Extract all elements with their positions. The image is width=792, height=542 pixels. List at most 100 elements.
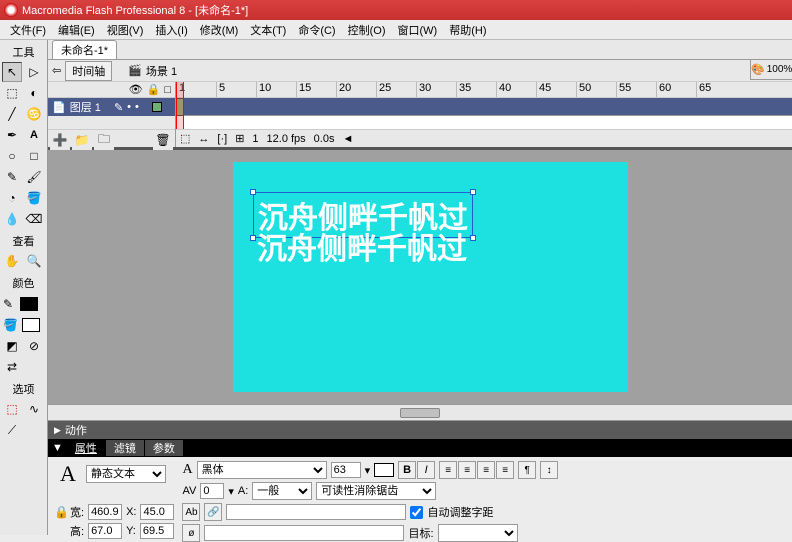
- zoom-tool-icon[interactable]: 🔍: [24, 251, 44, 271]
- bold-button[interactable]: B: [398, 461, 416, 479]
- antialias-select[interactable]: 可读性消除锯齿: [316, 482, 436, 500]
- menu-modify[interactable]: 修改(M): [194, 22, 245, 38]
- menu-edit[interactable]: 编辑(E): [52, 22, 101, 38]
- horizontal-scrollbar[interactable]: [48, 404, 792, 420]
- text-handle-bl[interactable]: [250, 235, 256, 241]
- menu-command[interactable]: 命令(C): [292, 22, 341, 38]
- font-size-input[interactable]: [331, 462, 361, 478]
- align-justify-button[interactable]: ≡: [496, 461, 514, 479]
- target-select[interactable]: [438, 524, 518, 542]
- font-color-swatch[interactable]: [374, 463, 394, 477]
- menu-help[interactable]: 帮助(H): [443, 22, 492, 38]
- y-input[interactable]: [140, 523, 174, 539]
- layer-color-swatch[interactable]: [152, 102, 162, 112]
- text-tool-icon[interactable]: A: [24, 125, 44, 145]
- lasso-tool-icon[interactable]: ♋: [24, 104, 44, 124]
- smooth-option-icon[interactable]: ∿: [24, 399, 44, 419]
- show-hide-layers-icon[interactable]: 👁: [129, 83, 143, 96]
- eraser-tool-icon[interactable]: ⌫: [24, 209, 44, 229]
- tab-filters[interactable]: 滤镜: [106, 440, 144, 456]
- lock-layers-icon[interactable]: 🔒: [147, 83, 161, 96]
- menu-control[interactable]: 控制(O): [342, 22, 392, 38]
- zoom-value[interactable]: 100%: [765, 64, 792, 75]
- stage[interactable]: 沉舟侧畔千帆过 沉舟侧畔千帆过: [233, 162, 628, 392]
- align-left-button[interactable]: ≡: [439, 461, 457, 479]
- kerning-select[interactable]: 一般: [252, 482, 312, 500]
- text-handle-tr[interactable]: [470, 189, 476, 195]
- free-transform-tool-icon[interactable]: ⬚: [2, 83, 22, 103]
- paragraph-button[interactable]: ¶: [518, 461, 536, 479]
- timeline-button[interactable]: 时间轴: [65, 61, 112, 81]
- selection-tool-icon[interactable]: ↖: [2, 62, 22, 82]
- new-folder-icon[interactable]: 🗀: [94, 130, 114, 150]
- scene-name[interactable]: 场景 1: [146, 63, 177, 79]
- collapse-arrow-icon[interactable]: ▼: [48, 442, 67, 454]
- center-frame-icon[interactable]: ↔: [198, 133, 209, 145]
- delete-layer-icon[interactable]: 🗑: [153, 130, 173, 150]
- auto-kern-checkbox[interactable]: [410, 506, 423, 519]
- frame-ruler[interactable]: 1 5 10 15 20 25 30 35 40 45 50 55 60 65: [176, 82, 792, 98]
- document-tab[interactable]: 未命名-1*: [52, 40, 117, 59]
- outline-layers-icon[interactable]: □: [164, 84, 171, 96]
- stage-area[interactable]: 沉舟侧畔千帆过 沉舟侧畔千帆过: [48, 150, 792, 420]
- stroke-color-icon[interactable]: ✎: [2, 294, 45, 314]
- italic-button[interactable]: I: [417, 461, 435, 479]
- av-stepper-icon[interactable]: ▾: [228, 485, 234, 498]
- tab-properties[interactable]: 属性: [67, 440, 105, 456]
- new-guide-layer-icon[interactable]: 📁: [72, 130, 92, 150]
- menu-window[interactable]: 窗口(W): [392, 22, 444, 38]
- edit-multiple-frames-icon[interactable]: ⊞: [235, 132, 244, 145]
- hand-tool-icon[interactable]: ✋: [2, 251, 22, 271]
- eyedropper-tool-icon[interactable]: 💧: [2, 209, 22, 229]
- link-button[interactable]: 🔗: [204, 503, 222, 521]
- no-color-icon[interactable]: ⊘: [24, 336, 44, 356]
- collapse-arrow-icon[interactable]: ▶: [54, 425, 61, 436]
- onion-skin-outlines-icon[interactable]: [·]: [217, 133, 227, 145]
- menu-file[interactable]: 文件(F): [4, 22, 52, 38]
- paint-bucket-tool-icon[interactable]: 🪣: [24, 188, 44, 208]
- line-tool-icon[interactable]: ╱: [2, 104, 22, 124]
- scene-icon[interactable]: 🎬: [128, 64, 142, 77]
- layer-visible-dot[interactable]: •: [127, 101, 131, 113]
- align-right-button[interactable]: ≡: [477, 461, 495, 479]
- text-handle-br[interactable]: [470, 235, 476, 241]
- timeline-collapse-icon[interactable]: ⇦: [52, 64, 61, 77]
- text-type-select[interactable]: 静态文本: [86, 465, 166, 483]
- ink-bottle-tool-icon[interactable]: ◔: [2, 188, 22, 208]
- onion-skin-icon[interactable]: ⬚: [180, 132, 190, 145]
- x-input[interactable]: [140, 504, 174, 520]
- stage-text-line2[interactable]: 沉舟侧畔千帆过: [257, 224, 467, 268]
- menu-text[interactable]: 文本(T): [244, 22, 292, 38]
- fill-color-icon[interactable]: 🪣: [2, 315, 45, 335]
- orientation-button[interactable]: ↕: [540, 461, 558, 479]
- text-handle-tl[interactable]: [250, 189, 256, 195]
- width-input[interactable]: [88, 504, 122, 520]
- snap-option-icon[interactable]: ⬚: [2, 399, 22, 419]
- var-input[interactable]: [204, 525, 404, 541]
- pencil-tool-icon[interactable]: ✎: [2, 167, 22, 187]
- var-button[interactable]: ø: [182, 524, 200, 542]
- oval-tool-icon[interactable]: ○: [2, 146, 22, 166]
- letter-spacing-input[interactable]: [200, 483, 224, 499]
- gradient-tool-icon[interactable]: ◐: [24, 83, 44, 103]
- new-layer-icon[interactable]: ➕: [50, 130, 70, 150]
- rectangle-tool-icon[interactable]: □: [24, 146, 44, 166]
- zoom-icon[interactable]: 🎨: [751, 63, 765, 76]
- menu-view[interactable]: 视图(V): [101, 22, 150, 38]
- brush-tool-icon[interactable]: 🖌: [24, 167, 44, 187]
- align-center-button[interactable]: ≡: [458, 461, 476, 479]
- frame-track[interactable]: [176, 98, 792, 116]
- font-family-select[interactable]: 黑体: [197, 461, 327, 479]
- layer-row[interactable]: 📄 图层 1 ✎ • •: [48, 98, 175, 116]
- actions-panel-header[interactable]: ▶ 动作: [48, 421, 792, 439]
- menu-insert[interactable]: 插入(I): [149, 22, 193, 38]
- tab-parameters[interactable]: 参数: [145, 440, 183, 456]
- timeline-scrollbar-left-icon[interactable]: ◄: [342, 133, 353, 145]
- swap-colors-icon[interactable]: ⇄: [2, 357, 22, 377]
- height-input[interactable]: [88, 523, 122, 539]
- frames-panel[interactable]: 1 5 10 15 20 25 30 35 40 45 50 55 60 65: [176, 82, 792, 147]
- straighten-option-icon[interactable]: ⟋: [2, 420, 22, 440]
- scrollbar-thumb[interactable]: [400, 408, 440, 418]
- keyframe[interactable]: [176, 98, 184, 116]
- subselection-tool-icon[interactable]: ▷: [24, 62, 44, 82]
